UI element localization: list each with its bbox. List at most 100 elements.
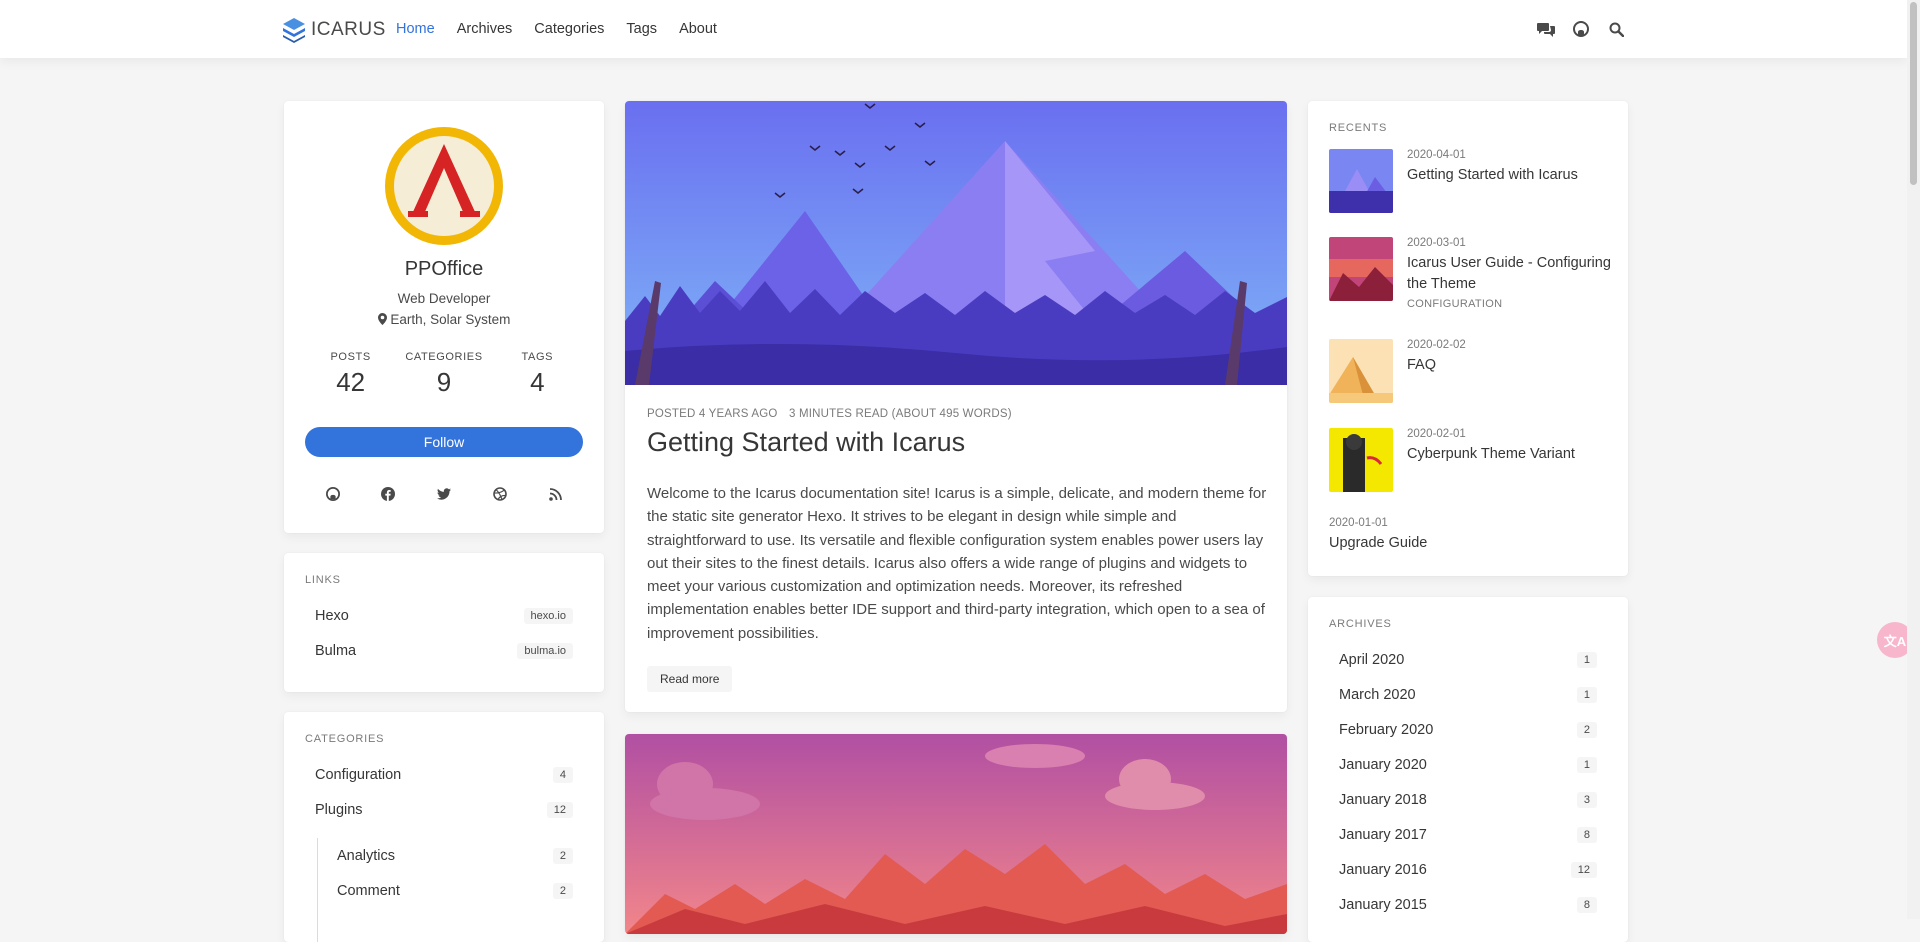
subcategory-comment[interactable]: Comment 2 xyxy=(327,876,583,906)
github-icon[interactable] xyxy=(1570,18,1592,40)
link-hexo[interactable]: Hexo hexo.io xyxy=(305,601,583,631)
recents-label: RECENTS xyxy=(1329,122,1388,134)
avatar xyxy=(384,126,504,246)
stat-tags-label: TAGS xyxy=(521,351,554,363)
nav-about[interactable]: About xyxy=(679,21,717,37)
profile-location: Earth, Solar System xyxy=(284,312,604,327)
recent-thumbnail xyxy=(1329,428,1393,492)
subcategory-label: Comment xyxy=(337,883,400,899)
nav-categories[interactable]: Categories xyxy=(534,21,604,37)
post-date: POSTED 4 YEARS AGO xyxy=(647,408,778,420)
category-plugins[interactable]: Plugins 12 xyxy=(305,795,583,825)
brand-name: ICARUS xyxy=(311,19,386,40)
post-excerpt: Welcome to the Icarus documentation site… xyxy=(647,485,1267,642)
recent-thumbnail xyxy=(1329,339,1393,403)
archive-label: March 2020 xyxy=(1339,687,1416,703)
post-cover-image[interactable] xyxy=(625,101,1287,385)
archive-item[interactable]: January 2018 3 xyxy=(1329,785,1607,815)
archive-label: January 2017 xyxy=(1339,827,1427,843)
link-bulma[interactable]: Bulma bulma.io xyxy=(305,636,583,666)
stat-tags-value: 4 xyxy=(530,367,545,397)
github-icon[interactable] xyxy=(323,484,343,504)
facebook-icon[interactable] xyxy=(378,484,398,504)
recent-category[interactable]: CONFIGURATION xyxy=(1407,298,1502,310)
nav-tags[interactable]: Tags xyxy=(626,21,657,37)
nav-menu: Home Archives Categories Tags About xyxy=(396,0,739,58)
link-label: Hexo xyxy=(315,608,349,624)
archive-item[interactable]: April 2020 1 xyxy=(1329,645,1607,675)
profile-stats: POSTS 42 CATEGORIES 9 TAGS 4 xyxy=(284,351,604,398)
subcategory-count: 2 xyxy=(552,883,573,899)
recent-date: 2020-04-01 xyxy=(1407,149,1466,161)
recent-title[interactable]: FAQ xyxy=(1407,355,1612,376)
navbar: ICARUS Home Archives Categories Tags Abo… xyxy=(0,0,1907,58)
archive-label: January 2020 xyxy=(1339,757,1427,773)
archive-count: 2 xyxy=(1576,722,1597,738)
profile-card: PPOffice Web Developer Earth, Solar Syst… xyxy=(284,101,604,533)
recent-date: 2020-03-01 xyxy=(1407,237,1466,249)
recent-date: 2020-02-02 xyxy=(1407,339,1466,351)
post-card xyxy=(625,734,1287,934)
archive-item[interactable]: January 2015 8 xyxy=(1329,890,1607,920)
search-icon[interactable] xyxy=(1605,18,1627,40)
archive-count: 1 xyxy=(1576,652,1597,668)
archive-count: 8 xyxy=(1576,827,1597,843)
profile-role: Web Developer xyxy=(397,291,491,306)
subcategory-divider xyxy=(317,838,318,942)
twitter-icon[interactable] xyxy=(434,484,454,504)
category-configuration[interactable]: Configuration 4 xyxy=(305,760,583,790)
dribbble-icon[interactable] xyxy=(490,484,510,504)
archive-item[interactable]: January 2016 12 xyxy=(1329,855,1607,885)
archive-count: 1 xyxy=(1576,757,1597,773)
recent-title[interactable]: Icarus User Guide - Configuring the Them… xyxy=(1407,253,1612,295)
rss-icon[interactable] xyxy=(545,484,565,504)
recent-date: 2020-02-01 xyxy=(1407,428,1466,440)
link-url-tag: hexo.io xyxy=(523,608,573,624)
stat-posts-value: 42 xyxy=(336,367,366,397)
archive-label: January 2018 xyxy=(1339,792,1427,808)
stat-categories[interactable]: CATEGORIES 9 xyxy=(399,351,489,398)
stat-tags[interactable]: TAGS 4 xyxy=(492,351,582,398)
stat-posts[interactable]: POSTS 42 xyxy=(306,351,396,398)
archive-label: February 2020 xyxy=(1339,722,1434,738)
post-cover-image[interactable] xyxy=(625,734,1287,934)
post-title[interactable]: Getting Started with Icarus xyxy=(647,427,965,458)
scrollbar[interactable] xyxy=(1907,0,1920,919)
chat-icon[interactable] xyxy=(1535,18,1557,40)
recents-card: RECENTS 2020-04-01 Getting Started with … xyxy=(1308,101,1628,576)
archive-count: 1 xyxy=(1576,687,1597,703)
archive-item[interactable]: February 2020 2 xyxy=(1329,715,1607,745)
archive-label: January 2016 xyxy=(1339,862,1427,878)
archive-item[interactable]: January 2017 8 xyxy=(1329,820,1607,850)
recent-title[interactable]: Cyberpunk Theme Variant xyxy=(1407,444,1612,465)
recent-date: 2020-01-01 xyxy=(1329,517,1388,529)
follow-button[interactable]: Follow xyxy=(305,427,583,457)
nav-home[interactable]: Home xyxy=(396,21,435,37)
map-marker-icon xyxy=(377,313,387,325)
subcategory-analytics[interactable]: Analytics 2 xyxy=(327,841,583,871)
category-count: 12 xyxy=(546,802,573,818)
categories-card: CATEGORIES Configuration 4 Plugins 12 An… xyxy=(284,712,604,942)
archive-item[interactable]: March 2020 1 xyxy=(1329,680,1607,710)
archive-count: 12 xyxy=(1570,862,1597,878)
links-card: LINKS Hexo hexo.io Bulma bulma.io xyxy=(284,553,604,692)
subcategory-label: Analytics xyxy=(337,848,396,864)
recent-title[interactable]: Getting Started with Icarus xyxy=(1407,165,1612,186)
recent-thumbnail xyxy=(1329,149,1393,213)
nav-actions xyxy=(1522,0,1627,58)
scrollbar-thumb[interactable] xyxy=(1910,2,1917,185)
category-count: 4 xyxy=(552,767,573,783)
archive-item[interactable]: January 2020 1 xyxy=(1329,750,1607,780)
brand-logo[interactable]: ICARUS xyxy=(282,17,386,43)
archives-card: ARCHIVES April 2020 1 March 2020 1 Febru… xyxy=(1308,597,1628,942)
link-url-tag: bulma.io xyxy=(517,643,573,659)
link-label: Bulma xyxy=(315,643,357,659)
stat-categories-value: 9 xyxy=(436,367,452,397)
read-more-button[interactable]: Read more xyxy=(647,666,733,692)
category-label: Plugins xyxy=(315,802,363,818)
recent-title[interactable]: Upgrade Guide xyxy=(1329,533,1534,554)
nav-archives[interactable]: Archives xyxy=(457,21,513,37)
post-meta: POSTED 4 YEARS AGO 3 MINUTES READ (ABOUT… xyxy=(647,408,1012,420)
stat-categories-label: CATEGORIES xyxy=(405,351,483,363)
category-label: Configuration xyxy=(315,767,402,783)
